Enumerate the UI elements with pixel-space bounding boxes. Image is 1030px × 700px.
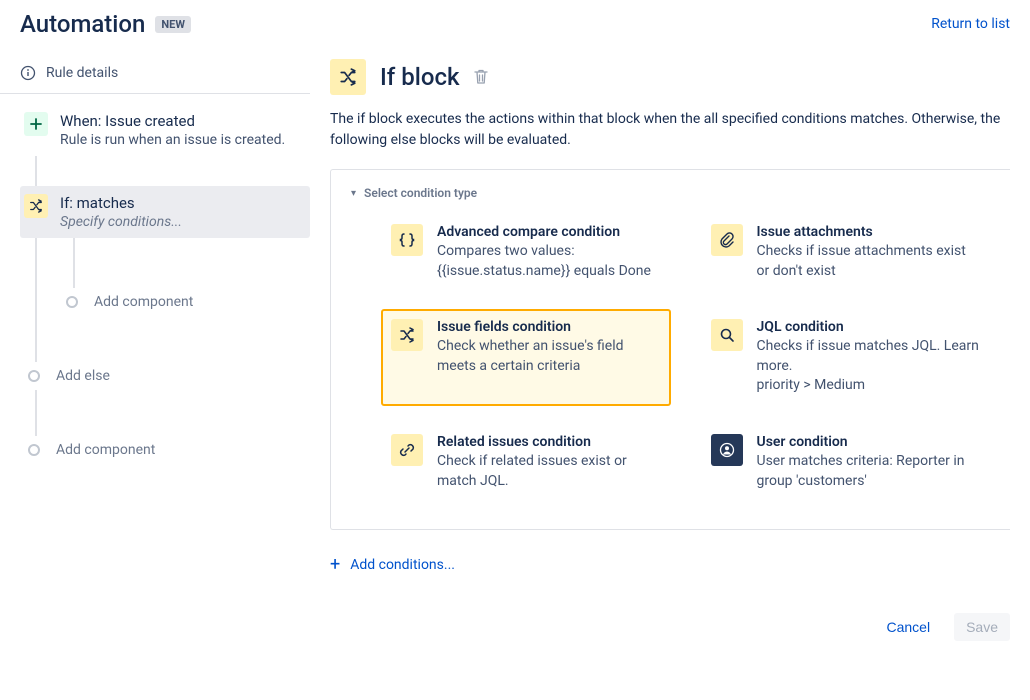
opt-title: JQL condition [757,319,981,335]
plus-icon: + [330,554,340,575]
add-component-outer-label: Add component [56,442,155,458]
save-button[interactable]: Save [954,613,1010,641]
opt-desc: Check whether an issue's field meets a c… [437,337,661,376]
cancel-button[interactable]: Cancel [874,613,942,641]
plus-icon [24,112,48,136]
rule-tree-sidebar: Rule details When: Issue created Rule is… [0,43,310,700]
opt-desc: Check if related issues exist or match J… [437,452,661,491]
shuffle-icon [330,59,366,95]
panel-heading[interactable]: ▾ Select condition type [351,186,990,200]
main-panel: If block The if block executes the actio… [310,43,1030,700]
add-component-inner[interactable]: Add component [73,288,310,316]
link-icon [391,434,423,466]
opt-title: Advanced compare condition [437,224,661,240]
opt-desc: Compares two values: {{issue.status.name… [437,242,661,281]
add-conditions-button[interactable]: + Add conditions... [330,554,1010,575]
add-else-label: Add else [56,368,110,384]
page-title: Automation [20,10,145,38]
info-icon [20,65,36,81]
shuffle-icon [24,194,48,218]
rule-details-row[interactable]: Rule details [0,53,310,94]
rule-details-label: Rule details [46,65,118,81]
main-description: The if block executes the actions within… [330,109,1010,151]
user-icon [711,434,743,466]
opt-user-condition[interactable]: User condition User matches criteria: Re… [701,424,991,501]
search-icon [711,319,743,351]
braces-icon [391,224,423,256]
attachment-icon [711,224,743,256]
page-header: Automation NEW Return to list [0,0,1030,43]
when-sub: Rule is run when an issue is created. [60,132,285,148]
add-else[interactable]: Add else [35,362,310,390]
opt-title: Issue attachments [757,224,981,240]
opt-title: Related issues condition [437,434,661,450]
add-component-label: Add component [94,294,193,310]
dot-icon [28,370,40,382]
opt-desc: Checks if issue attachments exist or don… [757,242,981,281]
when-title: When: Issue created [60,112,285,130]
panel-heading-text: Select condition type [364,186,477,200]
opt-desc: User matches criteria: Reporter in group… [757,452,981,491]
new-badge: NEW [155,16,191,33]
opt-desc: Checks if issue matches JQL. Learn more.… [757,337,981,396]
opt-issue-fields[interactable]: Issue fields condition Check whether an … [381,309,671,406]
opt-advanced-compare[interactable]: Advanced compare condition Compares two … [381,214,671,291]
trash-icon[interactable] [474,69,488,85]
if-block-node[interactable]: If: matches Specify conditions... [20,186,310,238]
opt-title: User condition [757,434,981,450]
opt-attachments[interactable]: Issue attachments Checks if issue attach… [701,214,991,291]
condition-type-panel: ▾ Select condition type Advanced compare… [330,169,1010,530]
shuffle-icon [391,319,423,351]
dot-icon [66,296,78,308]
main-title: If block [380,63,460,91]
if-sub: Specify conditions... [60,214,182,230]
when-trigger-node[interactable]: When: Issue created Rule is run when an … [20,104,310,156]
return-to-list-link[interactable]: Return to list [931,16,1010,32]
dot-icon [28,444,40,456]
add-conditions-label: Add conditions... [350,557,455,573]
opt-title: Issue fields condition [437,319,661,335]
opt-related-issues[interactable]: Related issues condition Check if relate… [381,424,671,501]
add-component-outer[interactable]: Add component [35,436,310,464]
chevron-down-icon: ▾ [351,188,356,199]
opt-jql[interactable]: JQL condition Checks if issue matches JQ… [701,309,991,406]
if-title: If: matches [60,194,182,212]
